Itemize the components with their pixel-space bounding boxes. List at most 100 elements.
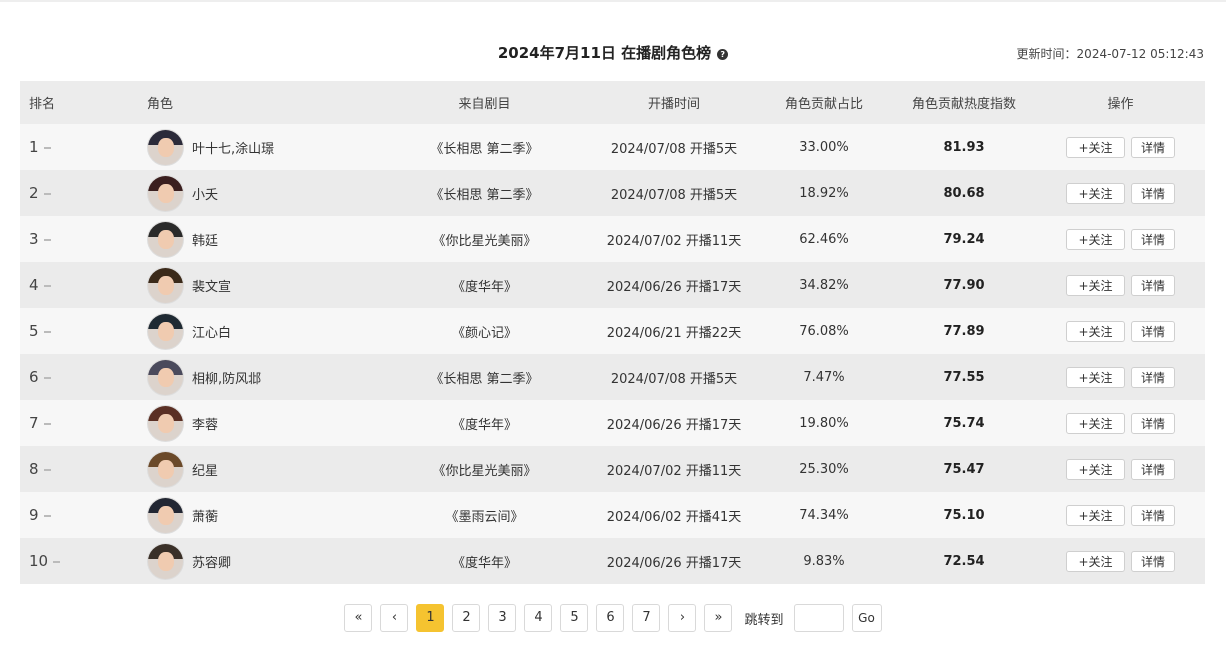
follow-button[interactable]: +关注 bbox=[1066, 136, 1125, 158]
detail-button[interactable]: 详情 bbox=[1131, 320, 1175, 342]
heat-cell: 75.10 bbox=[943, 507, 985, 523]
detail-button[interactable]: 详情 bbox=[1131, 274, 1175, 296]
page-button-4[interactable]: 4 bbox=[524, 604, 553, 632]
table-row: 2 小夭 《长相思 第二季》 2024/07/08 开播5天 18.92% 80.68 +关… bbox=[20, 170, 1205, 216]
rank-change-icon bbox=[43, 330, 51, 333]
role-cell: 纪星 bbox=[147, 450, 377, 488]
role-cell: 小夭 bbox=[147, 174, 377, 212]
drama-cell[interactable]: 《度华年》 bbox=[377, 276, 592, 295]
role-name[interactable]: 相柳,防风邶 bbox=[192, 368, 261, 387]
follow-button[interactable]: +关注 bbox=[1066, 550, 1125, 572]
pagination: « ‹ 1234567 › » 跳转到 Go bbox=[0, 604, 1226, 632]
ops-cell: +关注 详情 bbox=[1036, 136, 1205, 158]
drama-cell[interactable]: 《长相思 第二季》 bbox=[377, 138, 592, 157]
page-button-3[interactable]: 3 bbox=[488, 604, 517, 632]
rank-cell: 4 bbox=[20, 276, 147, 294]
rank-number: 6 bbox=[29, 368, 39, 386]
jump-page-input[interactable] bbox=[793, 604, 844, 632]
rank-change-icon bbox=[53, 560, 61, 563]
avatar[interactable] bbox=[147, 542, 184, 580]
drama-cell[interactable]: 《你比星光美丽》 bbox=[377, 230, 592, 249]
follow-button[interactable]: +关注 bbox=[1066, 366, 1125, 388]
first-page-button[interactable]: « bbox=[344, 604, 373, 632]
role-name[interactable]: 苏容卿 bbox=[192, 552, 231, 571]
role-name[interactable]: 韩廷 bbox=[192, 230, 218, 249]
rank-number: 10 bbox=[29, 552, 49, 570]
table-row: 5 江心白 《颜心记》 2024/06/21 开播22天 76.08% 77.89 +关注详… bbox=[20, 308, 1205, 354]
detail-button[interactable]: 详情 bbox=[1131, 412, 1175, 434]
detail-button[interactable]: 详情 bbox=[1131, 550, 1175, 572]
role-name[interactable]: 纪星 bbox=[192, 460, 218, 479]
role-name[interactable]: 叶十七,涂山璟 bbox=[192, 138, 274, 157]
avatar[interactable] bbox=[147, 404, 184, 442]
detail-button[interactable]: 详情 bbox=[1131, 228, 1175, 250]
start-time-cell: 2024/07/08 开播5天 bbox=[610, 141, 738, 157]
follow-button[interactable]: +关注 bbox=[1066, 182, 1125, 204]
avatar[interactable] bbox=[147, 128, 184, 166]
avatar[interactable] bbox=[147, 496, 184, 534]
page-button-2[interactable]: 2 bbox=[452, 604, 481, 632]
heat-cell: 80.68 bbox=[943, 185, 985, 201]
rank-number: 9 bbox=[29, 506, 39, 524]
avatar[interactable] bbox=[147, 450, 184, 488]
avatar[interactable] bbox=[147, 312, 184, 350]
follow-button[interactable]: +关注 bbox=[1066, 228, 1125, 250]
heat-cell: 77.55 bbox=[943, 369, 985, 385]
drama-cell[interactable]: 《度华年》 bbox=[377, 414, 592, 433]
follow-button[interactable]: +关注 bbox=[1066, 412, 1125, 434]
ops-cell: +关注 详情 bbox=[1036, 182, 1205, 204]
ops-cell: +关注 详情 bbox=[1036, 504, 1205, 526]
last-page-button[interactable]: » bbox=[704, 604, 733, 632]
next-page-button[interactable]: › bbox=[668, 604, 697, 632]
follow-button[interactable]: +关注 bbox=[1066, 458, 1125, 480]
drama-cell[interactable]: 《度华年》 bbox=[377, 552, 592, 571]
role-cell: 萧蘅 bbox=[147, 496, 377, 534]
drama-cell[interactable]: 《墨雨云间》 bbox=[377, 506, 592, 525]
role-name[interactable]: 小夭 bbox=[192, 184, 218, 203]
rank-cell: 6 bbox=[20, 368, 147, 386]
start-time-cell: 2024/07/08 开播5天 bbox=[610, 371, 738, 387]
heat-cell: 79.24 bbox=[943, 231, 985, 247]
start-time-cell: 2024/07/02 开播11天 bbox=[606, 463, 742, 479]
avatar[interactable] bbox=[147, 220, 184, 258]
share-cell: 18.92% bbox=[799, 185, 849, 201]
help-icon[interactable]: ? bbox=[717, 49, 729, 60]
go-button[interactable]: Go bbox=[851, 604, 882, 632]
share-cell: 19.80% bbox=[799, 415, 849, 431]
avatar[interactable] bbox=[147, 358, 184, 396]
update-time: 更新时间：2024-07-12 05:12:43 bbox=[1016, 47, 1204, 61]
ops-cell: +关注 详情 bbox=[1036, 320, 1205, 342]
detail-button[interactable]: 详情 bbox=[1131, 136, 1175, 158]
rank-change-icon bbox=[43, 192, 51, 195]
prev-page-button[interactable]: ‹ bbox=[380, 604, 409, 632]
share-cell: 76.08% bbox=[799, 323, 849, 339]
detail-button[interactable]: 详情 bbox=[1131, 182, 1175, 204]
detail-button[interactable]: 详情 bbox=[1131, 458, 1175, 480]
avatar[interactable] bbox=[147, 266, 184, 304]
page-button-7[interactable]: 7 bbox=[632, 604, 661, 632]
rank-cell: 10 bbox=[20, 552, 147, 570]
role-name[interactable]: 裴文宣 bbox=[192, 276, 231, 295]
table-row: 9 萧蘅 《墨雨云间》 2024/06/02 开播41天 74.34% 75.10 +关注详… bbox=[20, 492, 1205, 538]
share-cell: 33.00% bbox=[799, 139, 849, 155]
role-name[interactable]: 萧蘅 bbox=[192, 506, 218, 525]
detail-button[interactable]: 详情 bbox=[1131, 504, 1175, 526]
drama-cell[interactable]: 《颜心记》 bbox=[377, 322, 592, 341]
detail-button[interactable]: 详情 bbox=[1131, 366, 1175, 388]
start-time-cell: 2024/07/02 开播11天 bbox=[606, 233, 742, 249]
avatar[interactable] bbox=[147, 174, 184, 212]
role-name[interactable]: 李蓉 bbox=[192, 414, 218, 433]
drama-cell[interactable]: 《长相思 第二季》 bbox=[377, 368, 592, 387]
page-button-1[interactable]: 1 bbox=[416, 604, 445, 632]
follow-button[interactable]: +关注 bbox=[1066, 320, 1125, 342]
role-cell: 相柳,防风邶 bbox=[147, 358, 377, 396]
rank-change-icon bbox=[43, 422, 51, 425]
drama-cell[interactable]: 《你比星光美丽》 bbox=[377, 460, 592, 479]
follow-button[interactable]: +关注 bbox=[1066, 274, 1125, 296]
page-button-5[interactable]: 5 bbox=[560, 604, 589, 632]
follow-button[interactable]: +关注 bbox=[1066, 504, 1125, 526]
role-name[interactable]: 江心白 bbox=[192, 322, 231, 341]
page-button-6[interactable]: 6 bbox=[596, 604, 625, 632]
start-time-cell: 2024/06/26 开播17天 bbox=[606, 279, 742, 295]
drama-cell[interactable]: 《长相思 第二季》 bbox=[377, 184, 592, 203]
